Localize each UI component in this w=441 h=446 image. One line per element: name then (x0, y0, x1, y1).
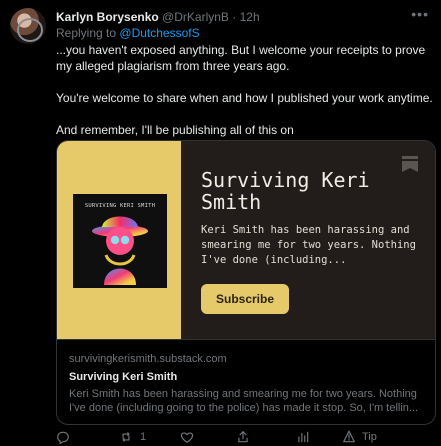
card-description: Keri Smith has been harassing and smeari… (69, 388, 419, 414)
reply-action[interactable] (56, 430, 70, 444)
separator-dot: · (232, 10, 237, 24)
analytics-action[interactable] (296, 430, 310, 444)
link-card[interactable]: SURVIVING KERI SMITH Surviving Keri Smit… (56, 140, 436, 425)
tip-label: Tip (362, 431, 377, 443)
tweet-paragraph-2: You're welcome to share when and how I p… (56, 91, 433, 105)
tip-icon (343, 430, 355, 443)
tweet-text: ...you haven't exposed anything. But I w… (56, 42, 434, 138)
reply-to-link[interactable]: @DutchessofS (119, 26, 199, 40)
card-meta: survivingkerismith.substack.com Survivin… (57, 339, 435, 424)
card-preview-left-panel: SURVIVING KERI SMITH (57, 141, 181, 339)
like-action[interactable] (180, 430, 194, 444)
tweet-header: Karlyn Borysenko @DrKarlynB · 12h (56, 10, 260, 24)
card-preview-image: SURVIVING KERI SMITH Surviving Keri Smit… (57, 141, 435, 339)
tip-action[interactable]: Tip (342, 430, 377, 444)
author-name[interactable]: Karlyn Borysenko (56, 10, 159, 24)
cover-art: SURVIVING KERI SMITH (73, 194, 167, 288)
tweet-paragraph-1: ...you haven't exposed anything. But I w… (56, 43, 426, 73)
reply-icon (57, 431, 69, 444)
card-preview-title: Surviving Keri Smith (201, 168, 370, 214)
reply-context: Replying to @DutchessofS (56, 26, 200, 40)
card-domain: survivingkerismith.substack.com (69, 353, 227, 365)
timestamp[interactable]: 12h (240, 10, 260, 24)
card-preview-description: Keri Smith has been harassing and smeari… (201, 224, 416, 266)
subscribe-button[interactable]: Subscribe (201, 284, 289, 314)
avatar[interactable] (10, 8, 46, 44)
reply-prefix: Replying to (56, 26, 117, 40)
tweet-paragraph-3: And remember, I'll be publishing all of … (56, 123, 294, 137)
heart-icon (180, 432, 194, 443)
tweet-actions: 1 Tip (56, 430, 416, 446)
share-icon (238, 431, 248, 443)
author-handle[interactable]: @DrKarlynB (162, 10, 229, 24)
cover-label: SURVIVING KERI SMITH (84, 203, 156, 209)
analytics-icon (298, 431, 309, 443)
retweet-icon (122, 432, 130, 442)
retweet-count: 1 (140, 431, 147, 443)
card-title: Surviving Keri Smith (69, 371, 178, 383)
retweet-action[interactable]: 1 (118, 430, 146, 444)
more-options-icon[interactable]: ••• (411, 6, 429, 22)
share-action[interactable] (236, 430, 250, 444)
